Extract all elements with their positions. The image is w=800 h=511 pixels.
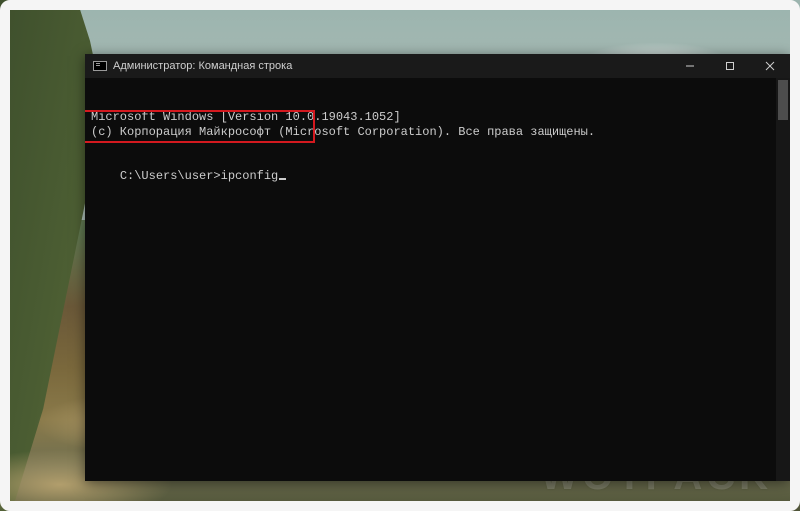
scrollbar[interactable] (776, 78, 790, 481)
typed-command: ipconfig (221, 169, 279, 183)
command-prompt-window[interactable]: Администратор: Командная строка Microsof… (85, 54, 790, 481)
copyright-line: (c) Корпорация Майкрософт (Microsoft Cor… (91, 125, 784, 140)
cursor-icon (279, 178, 286, 180)
prompt-path: C:\Users\user> (120, 169, 221, 183)
terminal-output[interactable]: Microsoft Windows [Version 10.0.19043.10… (85, 78, 790, 481)
window-title: Администратор: Командная строка (113, 60, 292, 72)
prompt-line: C:\Users\user>ipconfig (120, 169, 286, 184)
titlebar[interactable]: Администратор: Командная строка (85, 54, 790, 78)
version-line: Microsoft Windows [Version 10.0.19043.10… (91, 110, 784, 125)
scrollbar-thumb[interactable] (778, 80, 788, 120)
close-button[interactable] (750, 54, 790, 78)
minimize-button[interactable] (670, 54, 710, 78)
maximize-button[interactable] (710, 54, 750, 78)
cmd-icon (93, 61, 107, 71)
